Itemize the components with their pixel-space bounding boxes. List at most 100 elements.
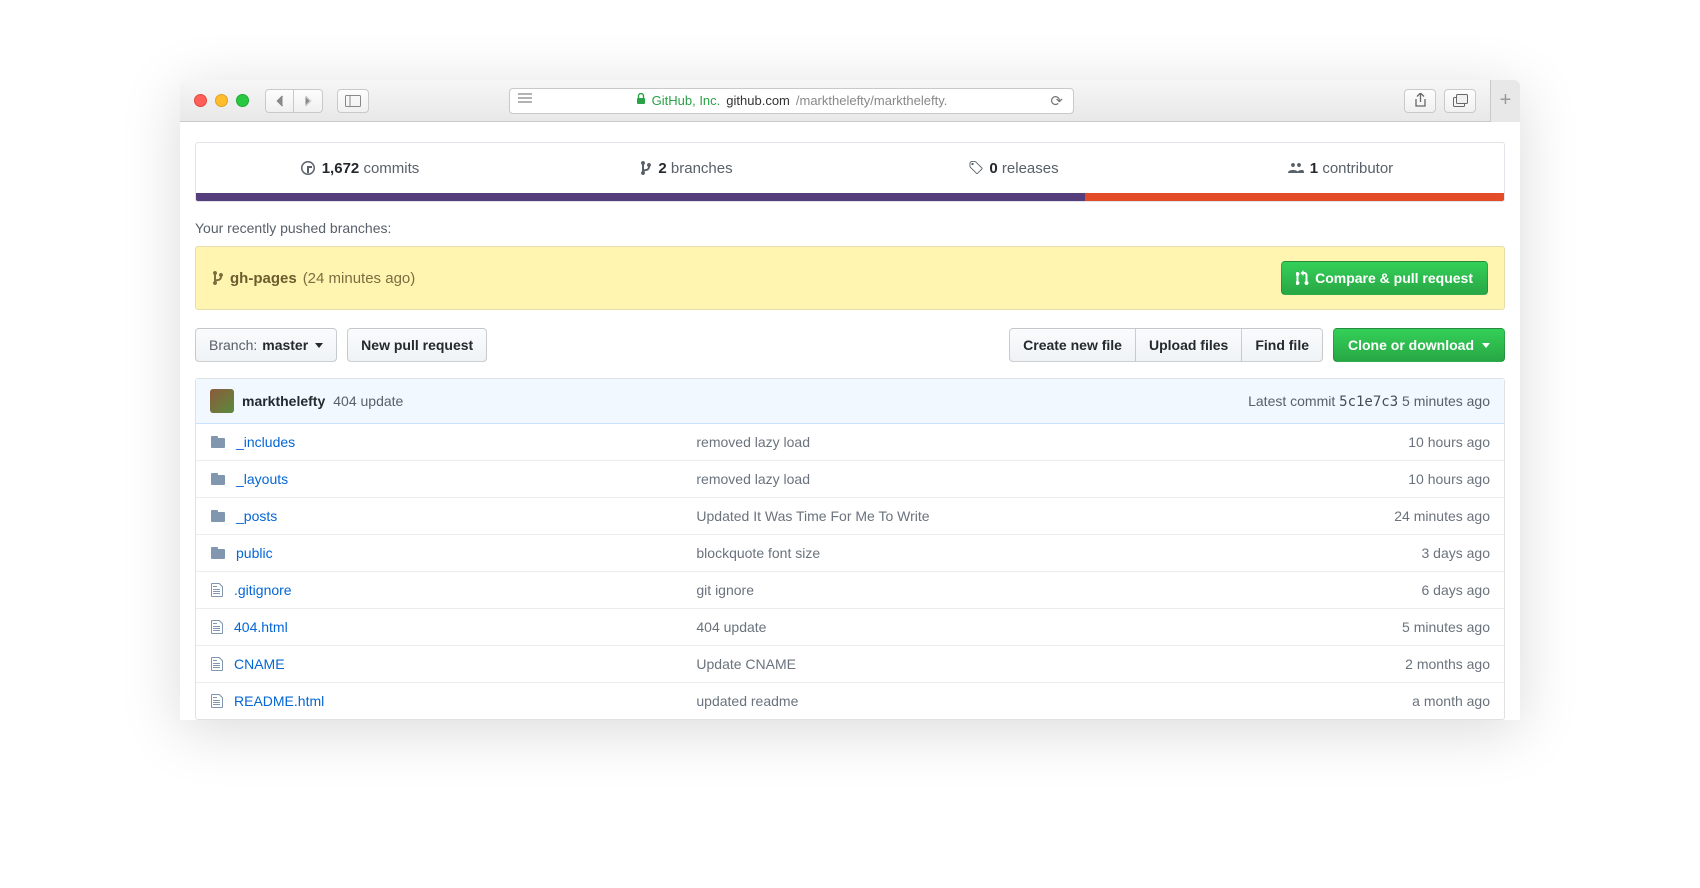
file-link[interactable]: _layouts	[236, 471, 288, 487]
file-link[interactable]: CNAME	[234, 656, 285, 672]
caret-down-icon	[1482, 343, 1490, 348]
file-row: public blockquote font size3 days ago	[196, 534, 1504, 571]
create-file-button[interactable]: Create new file	[1009, 328, 1135, 362]
share-button[interactable]	[1404, 89, 1436, 113]
language-segment	[196, 193, 1085, 201]
cert-label: GitHub, Inc.	[652, 93, 721, 108]
file-age: 10 hours ago	[1408, 471, 1490, 487]
file-icon	[210, 656, 224, 672]
file-link[interactable]: README.html	[234, 693, 324, 709]
file-commit-message[interactable]: 404 update	[696, 619, 1402, 635]
share-icon	[1414, 93, 1427, 108]
compare-pr-button[interactable]: Compare & pull request	[1281, 261, 1488, 295]
contributors-link[interactable]: 1 contributor	[1177, 143, 1504, 193]
recent-push-heading: Your recently pushed branches:	[195, 220, 1505, 236]
pull-request-icon	[1296, 270, 1309, 286]
file-age: 24 minutes ago	[1394, 508, 1490, 524]
close-window-button[interactable]	[194, 94, 207, 107]
file-link[interactable]: .gitignore	[234, 582, 292, 598]
reload-button[interactable]: ⟳	[1050, 92, 1063, 110]
minimize-window-button[interactable]	[215, 94, 228, 107]
sidebar-toggle-button[interactable]	[337, 89, 369, 113]
file-link[interactable]: 404.html	[234, 619, 288, 635]
people-icon	[1288, 160, 1304, 176]
folder-icon	[210, 545, 226, 561]
language-bar[interactable]	[196, 193, 1504, 201]
author-link[interactable]: markthelefty	[242, 393, 325, 409]
url-path: /markthelefty/markthelefty.	[796, 93, 947, 108]
file-row: CNAME Update CNAME2 months ago	[196, 645, 1504, 682]
folder-icon	[210, 471, 226, 487]
reader-icon	[518, 93, 532, 108]
releases-link[interactable]: 0 releases	[850, 143, 1177, 193]
file-icon	[210, 619, 224, 635]
new-tab-button[interactable]: +	[1490, 80, 1520, 122]
branch-icon	[212, 270, 224, 286]
history-icon	[300, 160, 316, 176]
file-commit-message[interactable]: removed lazy load	[696, 434, 1408, 450]
file-row: _layouts removed lazy load10 hours ago	[196, 460, 1504, 497]
clone-download-button[interactable]: Clone or download	[1333, 328, 1505, 362]
file-commit-message[interactable]: blockquote font size	[696, 545, 1421, 561]
browser-toolbar: GitHub, Inc. github.com/markthelefty/mar…	[180, 80, 1520, 122]
file-age: 6 days ago	[1422, 582, 1491, 598]
chevron-left-icon	[275, 95, 284, 107]
commit-message[interactable]: 404 update	[333, 393, 403, 409]
file-row: README.html updated readmea month ago	[196, 682, 1504, 719]
branch-selector[interactable]: Branch: master	[195, 328, 337, 362]
file-age: 10 hours ago	[1408, 434, 1490, 450]
new-pull-request-button[interactable]: New pull request	[347, 328, 487, 362]
file-icon	[210, 582, 224, 598]
commit-sha[interactable]: 5c1e7c3	[1339, 394, 1398, 410]
commits-link[interactable]: 1,672 commits	[196, 143, 523, 193]
pushed-branch-time: (24 minutes ago)	[303, 270, 416, 287]
lock-icon	[636, 93, 646, 108]
upload-files-button[interactable]: Upload files	[1135, 328, 1241, 362]
repo-summary: 1,672 commits 2 branches 0 releases 1 co…	[195, 142, 1505, 202]
url-domain: github.com	[726, 93, 790, 108]
file-commit-message[interactable]: Update CNAME	[696, 656, 1405, 672]
file-row: .gitignore git ignore6 days ago	[196, 571, 1504, 608]
chevron-right-icon	[304, 95, 313, 107]
commit-time: 5 minutes ago	[1402, 393, 1490, 409]
branches-link[interactable]: 2 branches	[523, 143, 850, 193]
file-age: 3 days ago	[1422, 545, 1491, 561]
file-age: 5 minutes ago	[1402, 619, 1490, 635]
file-age: 2 months ago	[1405, 656, 1490, 672]
back-button[interactable]	[265, 89, 294, 113]
file-link[interactable]: public	[236, 545, 273, 561]
file-commit-message[interactable]: updated readme	[696, 693, 1412, 709]
recent-push-banner: gh-pages (24 minutes ago) Compare & pull…	[195, 246, 1505, 310]
maximize-window-button[interactable]	[236, 94, 249, 107]
file-age: a month ago	[1412, 693, 1490, 709]
forward-button[interactable]	[294, 89, 323, 113]
language-segment	[1085, 193, 1504, 201]
folder-icon	[210, 434, 226, 450]
browser-window: GitHub, Inc. github.com/markthelefty/mar…	[180, 80, 1520, 720]
tag-icon	[968, 160, 983, 176]
window-controls	[194, 94, 249, 107]
file-commit-message[interactable]: git ignore	[696, 582, 1421, 598]
commit-meta: Latest commit 5c1e7c3 5 minutes ago	[1248, 393, 1490, 410]
address-bar[interactable]: GitHub, Inc. github.com/markthelefty/mar…	[509, 88, 1074, 114]
file-toolbar: Branch: master New pull request Create n…	[195, 328, 1505, 362]
panel-icon	[345, 95, 361, 107]
tabs-button[interactable]	[1444, 89, 1476, 113]
file-link[interactable]: _posts	[236, 508, 277, 524]
file-row: _posts Updated It Was Time For Me To Writ…	[196, 497, 1504, 534]
pushed-branch-name: gh-pages	[230, 270, 297, 287]
file-link[interactable]: _includes	[236, 434, 295, 450]
avatar[interactable]	[210, 389, 234, 413]
find-file-button[interactable]: Find file	[1241, 328, 1323, 362]
file-row: 404.html 404 update5 minutes ago	[196, 608, 1504, 645]
tabs-icon	[1453, 94, 1468, 107]
file-listing: markthelefty 404 update Latest commit 5c…	[195, 378, 1505, 720]
folder-icon	[210, 508, 226, 524]
file-row: _includes removed lazy load10 hours ago	[196, 424, 1504, 460]
file-commit-message[interactable]: removed lazy load	[696, 471, 1408, 487]
caret-down-icon	[315, 343, 323, 348]
branch-icon	[640, 160, 652, 176]
latest-commit-bar: markthelefty 404 update Latest commit 5c…	[196, 379, 1504, 424]
file-icon	[210, 693, 224, 709]
file-commit-message[interactable]: Updated It Was Time For Me To Write	[696, 508, 1394, 524]
